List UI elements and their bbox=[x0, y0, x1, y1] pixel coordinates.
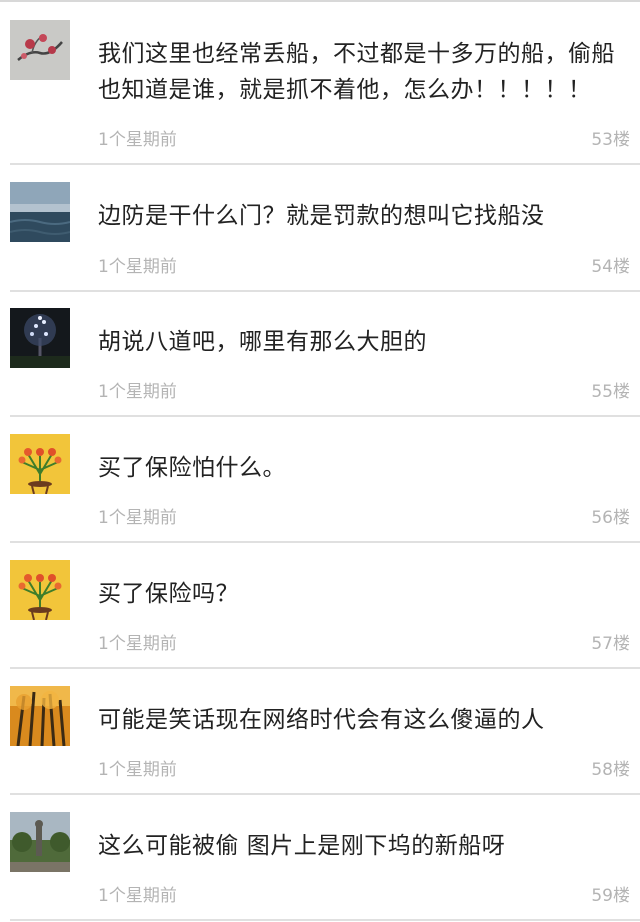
top-divider bbox=[0, 0, 640, 2]
floor-number: 58楼 bbox=[591, 760, 630, 780]
autumn-trees-avatar-icon bbox=[10, 686, 70, 746]
park-statue-avatar-icon bbox=[10, 812, 70, 872]
comment-text: 这么可能被偷 图片上是刚下坞的新船呀 bbox=[98, 833, 506, 859]
avatar[interactable] bbox=[10, 434, 70, 494]
comment-time: 1个星期前 bbox=[98, 634, 177, 654]
comment-time: 1个星期前 bbox=[98, 886, 177, 906]
divider bbox=[10, 290, 640, 292]
comment-time: 1个星期前 bbox=[98, 257, 177, 277]
avatar[interactable] bbox=[10, 20, 70, 80]
floor-number: 59楼 bbox=[591, 886, 630, 906]
comment-text: 买了保险怕什么。 bbox=[98, 455, 286, 481]
floor-number: 54楼 bbox=[591, 257, 630, 277]
plum-blossom-avatar-icon bbox=[10, 20, 70, 80]
comment-text: 边防是干什么门？就是罚款的想叫它找船没 bbox=[98, 203, 545, 229]
sea-avatar-icon bbox=[10, 182, 70, 242]
floor-number: 53楼 bbox=[591, 130, 630, 150]
avatar[interactable] bbox=[10, 812, 70, 872]
floor-number: 55楼 bbox=[591, 382, 630, 402]
divider bbox=[10, 163, 640, 165]
divider bbox=[10, 919, 640, 921]
comment-text: 胡说八道吧，哪里有那么大胆的 bbox=[98, 329, 427, 355]
comment-time: 1个星期前 bbox=[98, 382, 177, 402]
avatar[interactable] bbox=[10, 308, 70, 368]
floor-number: 56楼 bbox=[591, 508, 630, 528]
comment-time: 1个星期前 bbox=[98, 508, 177, 528]
avatar[interactable] bbox=[10, 686, 70, 746]
divider bbox=[10, 541, 640, 543]
divider bbox=[10, 667, 640, 669]
night-tree-avatar-icon bbox=[10, 308, 70, 368]
comment-text: 我们这里也经常丢船，不过都是十多万的船，偷船也知道是谁，就是抓不着他，怎么办！！… bbox=[98, 41, 615, 103]
comment-text: 买了保险吗？ bbox=[98, 581, 239, 607]
avatar[interactable] bbox=[10, 182, 70, 242]
floor-number: 57楼 bbox=[591, 634, 630, 654]
comment-text: 可能是笑话现在网络时代会有这么傻逼的人 bbox=[98, 707, 545, 733]
divider bbox=[10, 793, 640, 795]
tulip-avatar-icon bbox=[10, 560, 70, 620]
tulip-avatar-icon bbox=[10, 434, 70, 494]
divider bbox=[10, 415, 640, 417]
avatar[interactable] bbox=[10, 560, 70, 620]
comment-time: 1个星期前 bbox=[98, 760, 177, 780]
comment-time: 1个星期前 bbox=[98, 130, 177, 150]
